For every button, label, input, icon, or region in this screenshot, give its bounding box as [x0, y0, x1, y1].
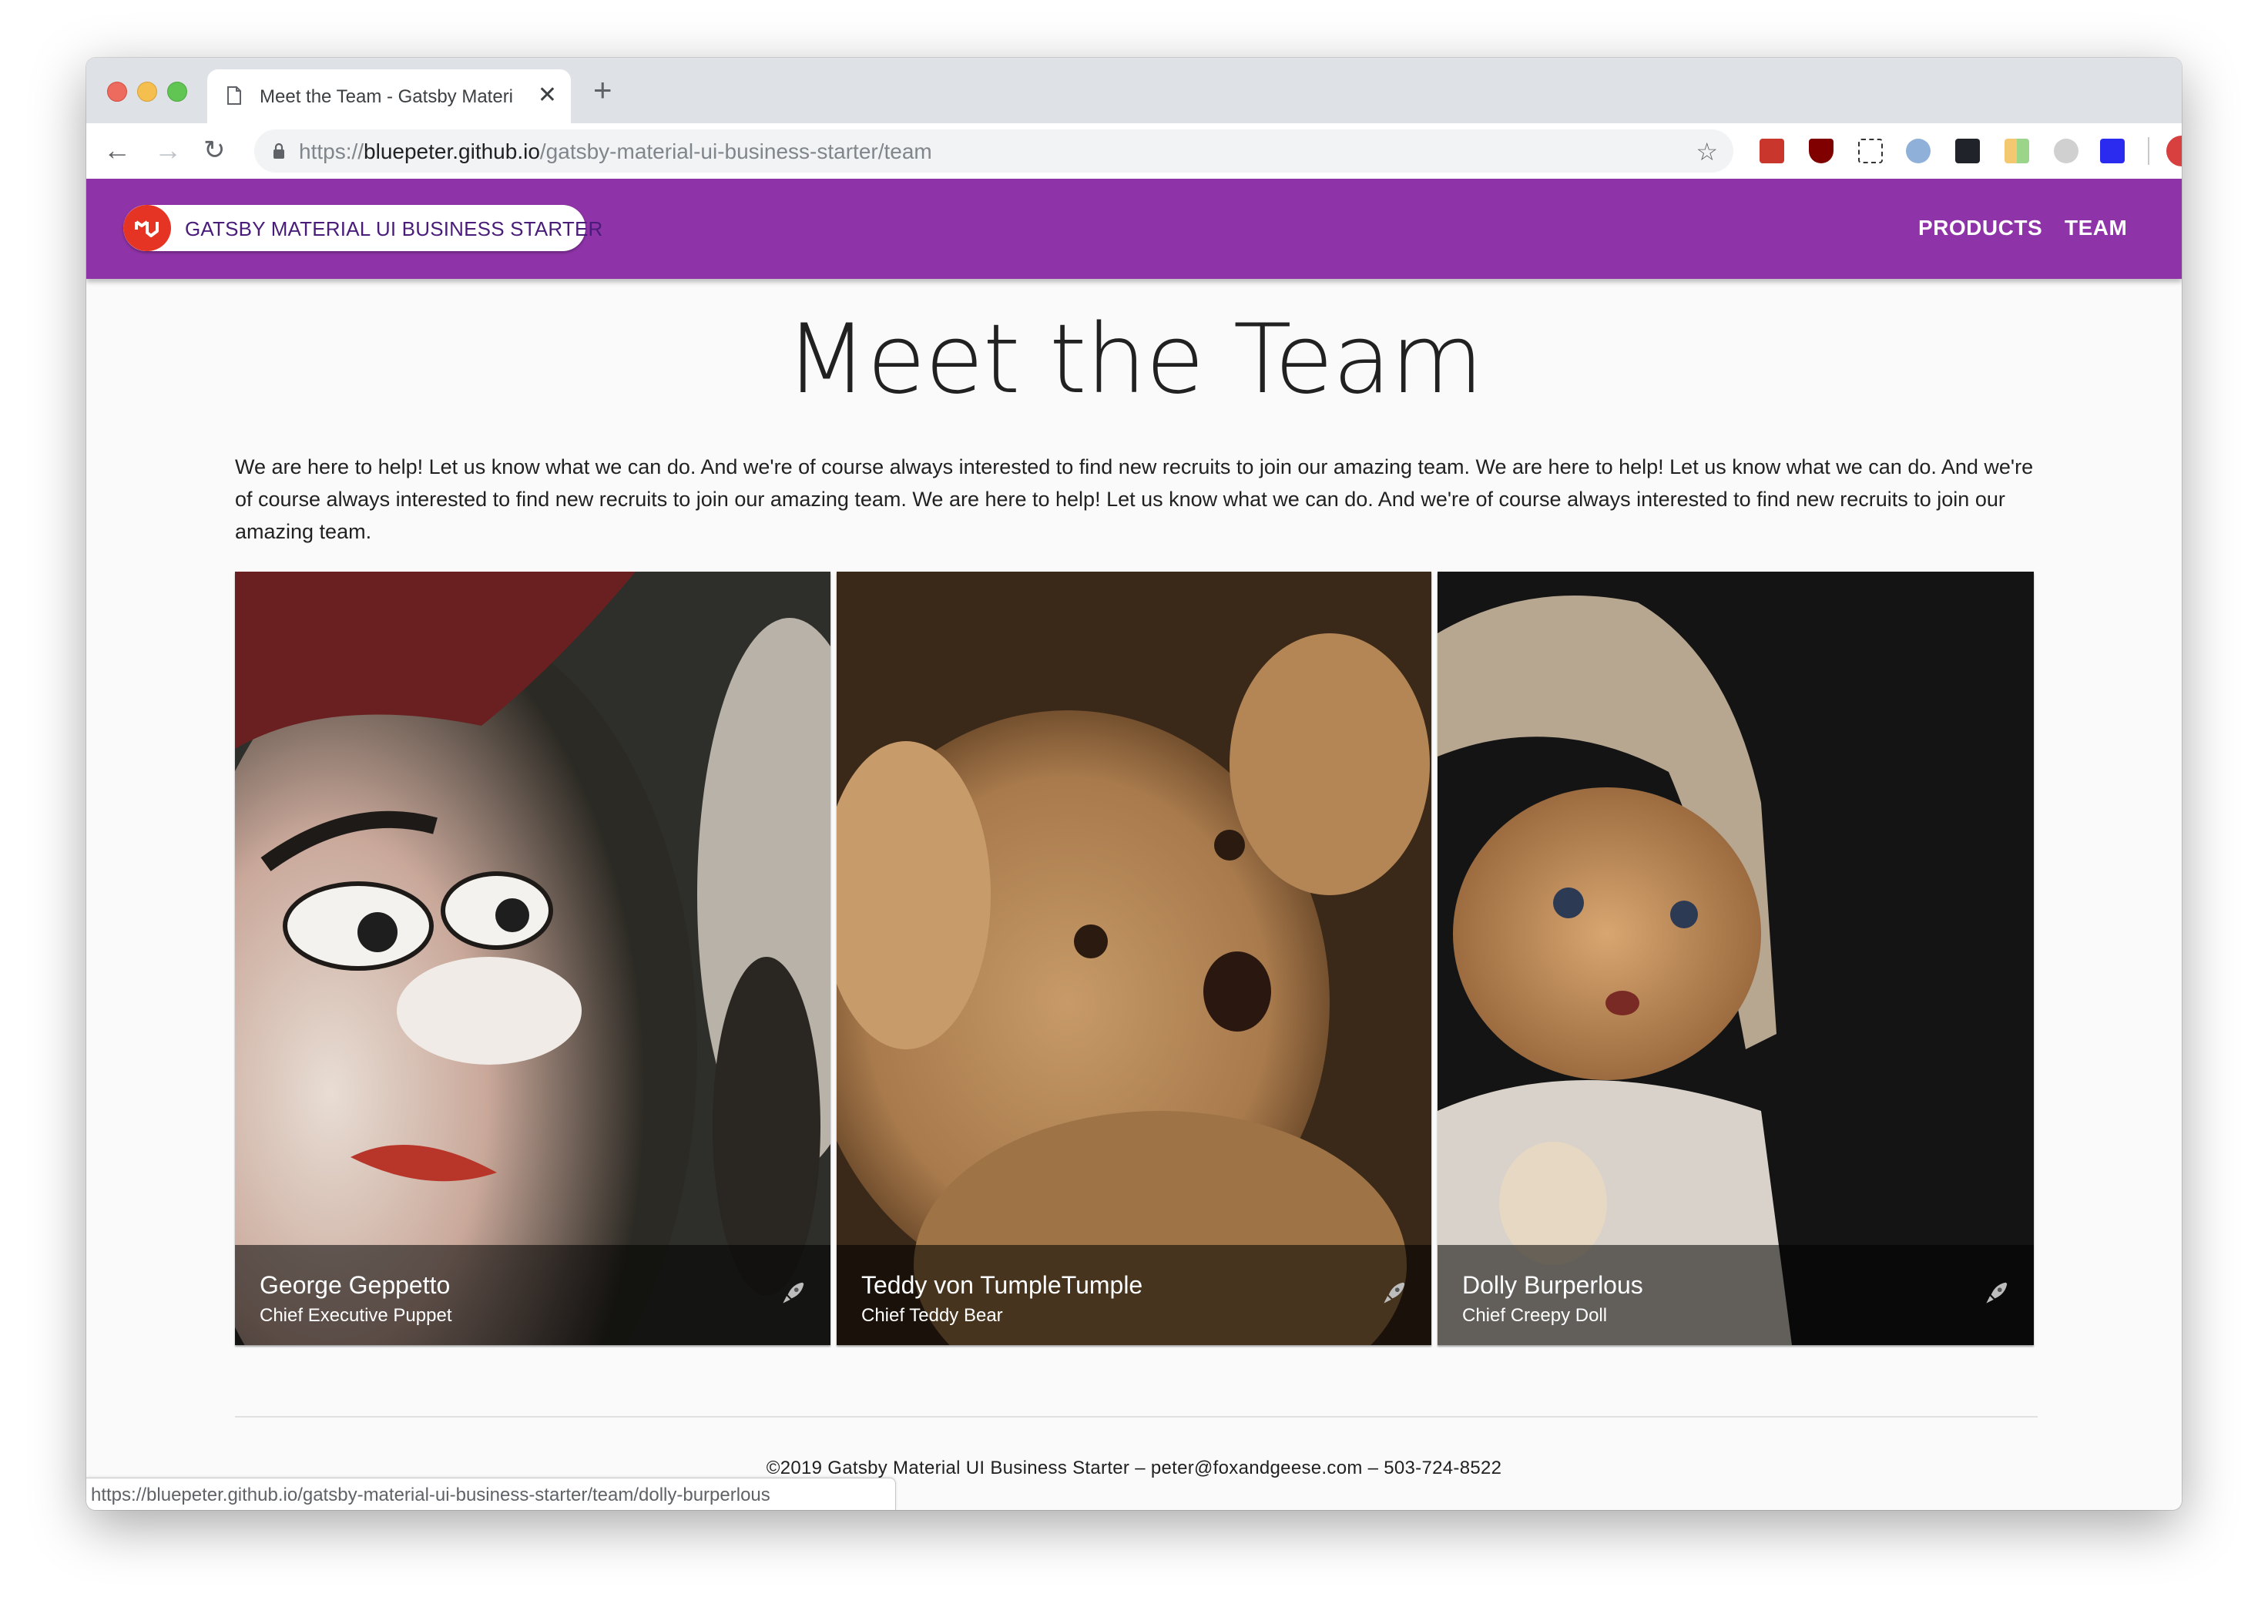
team-grid: George Geppetto Chief Executive Puppet T…	[235, 572, 2038, 1345]
member-role: Chief Executive Puppet	[260, 1305, 452, 1326]
url-host: bluepeter.github.io	[364, 139, 540, 163]
tab-manager-extension-icon[interactable]	[2005, 139, 2029, 163]
ublock-extension-icon[interactable]	[1809, 139, 1834, 163]
close-tab-icon[interactable]: ✕	[538, 82, 557, 109]
antique-doll-photo	[1438, 572, 2034, 1345]
rocket-icon[interactable]	[1379, 1279, 1408, 1308]
rocket-icon[interactable]	[1981, 1279, 2011, 1308]
react-devtools-extension-icon[interactable]	[1955, 139, 1980, 163]
member-role: Chief Creepy Doll	[1462, 1305, 1608, 1326]
member-role: Chief Teddy Bear	[861, 1305, 1003, 1326]
rocket-icon[interactable]	[778, 1279, 807, 1308]
reload-button[interactable]: ↻	[203, 134, 226, 166]
tab-title: Meet the Team - Gatsby Materi	[260, 86, 514, 107]
browser-window: Meet the Team - Gatsby Materi ✕ + ← → ↻ …	[86, 58, 2182, 1510]
card-caption: Dolly Burperlous Chief Creepy Doll	[1438, 1245, 2034, 1345]
close-window-button[interactable]	[107, 82, 127, 102]
url-path: /gatsby-material-ui-business-starter/tea…	[539, 139, 932, 163]
url-scheme: https://	[299, 139, 364, 163]
app-bar: GATSBY MATERIAL UI BUSINESS STARTER PROD…	[86, 179, 2182, 279]
browser-toolbar: ← → ↻ https://bluepeter.github.io/gatsby…	[86, 123, 2182, 180]
profile-avatar[interactable]	[2166, 136, 2182, 166]
json-viewer-extension-icon[interactable]	[1906, 139, 1931, 163]
new-tab-button[interactable]: +	[593, 73, 612, 107]
blue-s-extension-icon[interactable]	[2100, 139, 2125, 163]
card-caption: George Geppetto Chief Executive Puppet	[235, 1245, 830, 1345]
url-text[interactable]: https://bluepeter.github.io/gatsby-mater…	[299, 139, 932, 164]
page-title: Meet the Team	[785, 304, 1483, 415]
team-card[interactable]: Dolly Burperlous Chief Creepy Doll	[1438, 572, 2034, 1345]
member-name: Dolly Burperlous	[1462, 1271, 1643, 1299]
grey-ring-extension-icon[interactable]	[2054, 139, 2078, 163]
ventriloquist-puppet-photo	[235, 572, 830, 1345]
member-name: Teddy von TumpleTumple	[861, 1271, 1143, 1299]
tab-bar: Meet the Team - Gatsby Materi ✕ +	[86, 58, 2182, 123]
nav-link-products[interactable]: PRODUCTS	[1918, 216, 2042, 240]
footer-text: ©2019 Gatsby Material UI Business Starte…	[766, 1458, 1502, 1478]
forward-button[interactable]: →	[154, 134, 182, 166]
minimize-window-button[interactable]	[137, 82, 157, 102]
team-card[interactable]: George Geppetto Chief Executive Puppet	[235, 572, 830, 1345]
brand-label: GATSBY MATERIAL UI BUSINESS STARTER	[185, 217, 603, 240]
back-button[interactable]: ←	[103, 134, 131, 166]
team-card[interactable]: Teddy von TumpleTumple Chief Teddy Bear	[837, 572, 1431, 1345]
notion-clipper-extension-icon[interactable]	[1858, 139, 1883, 163]
nav-link-team[interactable]: TEAM	[2065, 216, 2127, 240]
teddy-bear-photo	[837, 572, 1431, 1345]
link-status-bar: https://bluepeter.github.io/gatsby-mater…	[86, 1478, 896, 1510]
footer-divider	[235, 1416, 2038, 1418]
mui-logo-glyph	[135, 220, 159, 237]
maximize-window-button[interactable]	[167, 82, 187, 102]
lastpass-extension-icon[interactable]	[1760, 139, 1784, 163]
address-bar[interactable]: https://bluepeter.github.io/gatsby-mater…	[254, 129, 1733, 173]
lock-icon	[273, 143, 284, 159]
document-icon	[227, 86, 241, 105]
material-ui-logo-icon	[123, 205, 171, 251]
toolbar-separator	[2148, 137, 2149, 165]
browser-tab-active[interactable]: Meet the Team - Gatsby Materi ✕	[207, 69, 571, 123]
intro-paragraph: We are here to help! Let us know what we…	[235, 455, 2034, 543]
brand-home-button[interactable]: GATSBY MATERIAL UI BUSINESS STARTER	[123, 205, 602, 251]
bookmark-star-icon[interactable]: ☆	[1696, 137, 1718, 166]
status-url: https://bluepeter.github.io/gatsby-mater…	[91, 1485, 770, 1505]
card-caption: Teddy von TumpleTumple Chief Teddy Bear	[837, 1245, 1431, 1345]
member-name: George Geppetto	[260, 1271, 451, 1299]
